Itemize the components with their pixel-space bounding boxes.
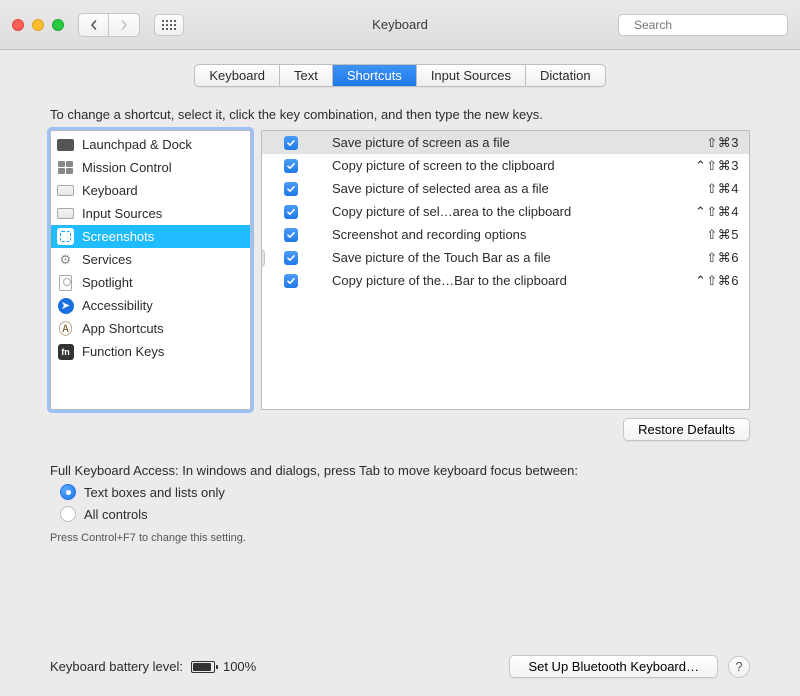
category-label: Mission Control [82,160,172,175]
nav-back-forward [78,13,140,37]
category-label: Spotlight [82,275,133,290]
show-all-button[interactable] [154,14,184,36]
close-window-button[interactable] [12,19,24,31]
radio-label: All controls [84,507,148,522]
search-field[interactable] [618,14,788,36]
full-keyboard-access-section: Full Keyboard Access: In windows and dia… [50,463,750,544]
access-icon: ➤ [57,297,74,314]
restore-defaults-button[interactable]: Restore Defaults [623,418,750,441]
category-label: Input Sources [82,206,162,221]
pane-resize-handle[interactable] [261,249,265,267]
shortcut-label: Save picture of the Touch Bar as a file [332,250,696,265]
shortcut-label: Copy picture of screen to the clipboard [332,158,685,173]
radio-button[interactable] [60,506,76,522]
shortcut-label: Save picture of selected area as a file [332,181,696,196]
tab-text[interactable]: Text [280,65,333,86]
shortcut-checkbox[interactable] [284,159,298,173]
back-button[interactable] [79,14,109,36]
shortcut-keys[interactable]: ⇧⌘4 [706,181,739,197]
keyboard-icon [57,182,74,199]
category-function-keys[interactable]: fn Function Keys [51,340,250,363]
shortcut-list[interactable]: Save picture of screen as a file ⇧⌘3 Copy … [261,130,750,410]
tab-dictation[interactable]: Dictation [526,65,605,86]
minimize-window-button[interactable] [32,19,44,31]
instruction-text: To change a shortcut, select it, click t… [50,107,750,122]
category-label: Accessibility [82,298,153,313]
launchpad-icon [57,136,74,153]
shortcut-keys[interactable]: ⌃⇧⌘6 [695,273,739,289]
battery-label: Keyboard battery level: [50,659,183,674]
search-input[interactable] [632,17,791,33]
category-keyboard[interactable]: Keyboard [51,179,250,202]
tab-input-sources[interactable]: Input Sources [417,65,526,86]
keyboard-icon [57,205,74,222]
shortcut-label: Copy picture of the…Bar to the clipboard [332,273,685,288]
shortcut-keys[interactable]: ⇧⌘6 [706,250,739,266]
gear-icon: ⚙︎ [57,251,74,268]
tab-shortcuts[interactable]: Shortcuts [333,65,417,86]
category-screenshots[interactable]: Screenshots [51,225,250,248]
radio-label: Text boxes and lists only [84,485,225,500]
forward-button[interactable] [109,14,139,36]
shortcut-row[interactable]: Screenshot and recording options ⇧⌘5 [262,223,749,246]
shortcut-row[interactable]: Save picture of the Touch Bar as a file ⇧… [262,246,749,269]
category-mission-control[interactable]: Mission Control [51,156,250,179]
battery-percent: 100% [223,659,256,674]
radio-button[interactable] [60,484,76,500]
fn-icon: fn [57,343,74,360]
appsc-icon: Ⓐ [57,320,74,337]
category-app-shortcuts[interactable]: Ⓐ App Shortcuts [51,317,250,340]
shortcut-row[interactable]: Save picture of selected area as a file ⇧… [262,177,749,200]
shortcut-row[interactable]: Copy picture of screen to the clipboard ⌃… [262,154,749,177]
shortcut-keys[interactable]: ⇧⌘3 [706,135,739,151]
category-launchpad-dock[interactable]: Launchpad & Dock [51,133,250,156]
category-label: App Shortcuts [82,321,164,336]
shortcut-checkbox[interactable] [284,136,298,150]
grid-icon [162,20,176,30]
fka-prompt: Full Keyboard Access: In windows and dia… [50,463,750,478]
prefs-tabs: KeyboardTextShortcutsInput SourcesDictat… [50,64,750,87]
shortcut-label: Save picture of screen as a file [332,135,696,150]
category-label: Function Keys [82,344,164,359]
zoom-window-button[interactable] [52,19,64,31]
category-label: Launchpad & Dock [82,137,192,152]
help-button[interactable]: ? [728,656,750,678]
footer: Keyboard battery level: 100% Set Up Blue… [0,641,800,696]
bluetooth-keyboard-button[interactable]: Set Up Bluetooth Keyboard… [509,655,718,678]
shortcut-row[interactable]: Save picture of screen as a file ⇧⌘3 [262,131,749,154]
shortcut-checkbox[interactable] [284,251,298,265]
category-label: Screenshots [82,229,154,244]
category-services[interactable]: ⚙︎ Services [51,248,250,271]
fka-option[interactable]: Text boxes and lists only [60,484,750,500]
window-controls [12,19,64,31]
category-list[interactable]: Launchpad & Dock Mission Control Keyboard I… [50,130,251,410]
shortcut-row[interactable]: Copy picture of sel…area to the clipboar… [262,200,749,223]
shortcut-row[interactable]: Copy picture of the…Bar to the clipboard… [262,269,749,292]
shortcut-label: Copy picture of sel…area to the clipboar… [332,204,685,219]
shortcut-checkbox[interactable] [284,228,298,242]
spotlight-icon [57,274,74,291]
titlebar: Keyboard [0,0,800,50]
category-label: Services [82,252,132,267]
shortcut-checkbox[interactable] [284,205,298,219]
shortcut-keys[interactable]: ⇧⌘5 [706,227,739,243]
category-input-sources[interactable]: Input Sources [51,202,250,225]
fka-option[interactable]: All controls [60,506,750,522]
shortcut-checkbox[interactable] [284,182,298,196]
tab-keyboard[interactable]: Keyboard [195,65,280,86]
shortcut-checkbox[interactable] [284,274,298,288]
screenshots-icon [57,228,74,245]
battery-icon [191,661,215,673]
fka-hint: Press Control+F7 to change this setting. [50,532,750,544]
mission-icon [57,159,74,176]
shortcut-keys[interactable]: ⌃⇧⌘3 [695,158,739,174]
category-label: Keyboard [82,183,138,198]
shortcut-keys[interactable]: ⌃⇧⌘4 [695,204,739,220]
category-accessibility[interactable]: ➤ Accessibility [51,294,250,317]
shortcut-label: Screenshot and recording options [332,227,696,242]
category-spotlight[interactable]: Spotlight [51,271,250,294]
